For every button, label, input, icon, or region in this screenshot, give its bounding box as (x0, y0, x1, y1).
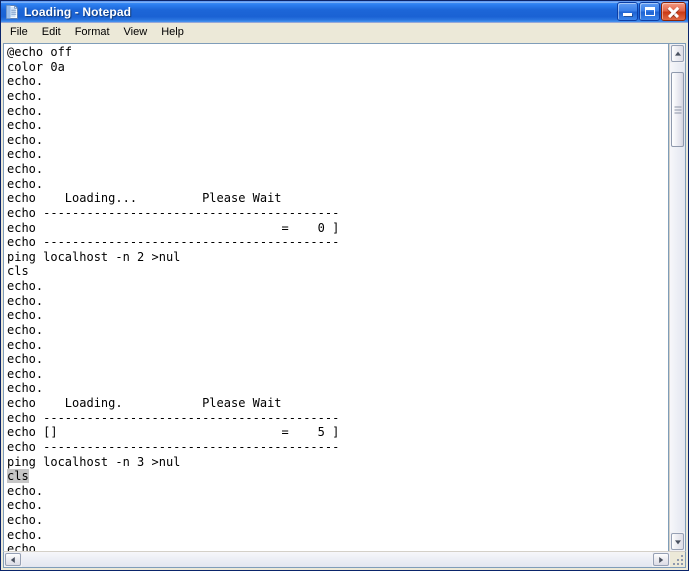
scroll-left-arrow-icon (10, 556, 15, 563)
scroll-down-arrow-icon (674, 539, 681, 544)
close-icon (662, 3, 685, 20)
text-content[interactable]: @echo off color 0a echo. echo. echo. ech… (7, 45, 339, 551)
menu-item-view[interactable]: View (117, 24, 155, 42)
scroll-right-arrow-icon (659, 556, 664, 563)
maximize-button[interactable] (639, 2, 660, 21)
text-editor[interactable]: @echo off color 0a echo. echo. echo. ech… (4, 44, 669, 551)
caption-buttons (617, 2, 686, 21)
scroll-up-arrow-icon (674, 51, 681, 56)
selected-text[interactable]: cls (7, 469, 29, 484)
scroll-down-button[interactable] (671, 533, 684, 550)
scroll-grip-icon (674, 106, 681, 114)
text-before-selection: @echo off color 0a echo. echo. echo. ech… (7, 45, 340, 469)
notepad-window: Loading - Notepad File Edit Format View … (0, 0, 689, 571)
menu-item-edit[interactable]: Edit (35, 24, 68, 42)
scroll-up-button[interactable] (671, 45, 684, 62)
horizontal-scroll-track[interactable] (22, 552, 652, 567)
menubar: File Edit Format View Help (1, 23, 688, 43)
window-title: Loading - Notepad (24, 4, 132, 19)
menu-item-format[interactable]: Format (68, 24, 117, 42)
minimize-icon (623, 13, 632, 16)
window-resize-grip[interactable] (670, 552, 685, 567)
close-button[interactable] (661, 2, 686, 21)
menu-item-file[interactable]: File (3, 24, 35, 42)
maximize-icon (645, 7, 655, 16)
vertical-scroll-thumb[interactable] (671, 72, 684, 148)
minimize-button[interactable] (617, 2, 638, 21)
edit-region: @echo off color 0a echo. echo. echo. ech… (3, 43, 686, 551)
menu-item-help[interactable]: Help (154, 24, 191, 42)
notepad-icon (4, 4, 20, 20)
vertical-scrollbar[interactable] (669, 44, 686, 551)
client-area: @echo off color 0a echo. echo. echo. ech… (1, 43, 688, 570)
scroll-right-button[interactable] (653, 553, 669, 566)
titlebar[interactable]: Loading - Notepad (1, 1, 688, 23)
text-after-selection: echo. echo. echo. echo. echo. echo. echo… (7, 483, 44, 551)
vertical-scroll-track[interactable] (670, 63, 685, 532)
scroll-left-button[interactable] (5, 553, 21, 566)
horizontal-scrollbar[interactable] (3, 551, 686, 568)
